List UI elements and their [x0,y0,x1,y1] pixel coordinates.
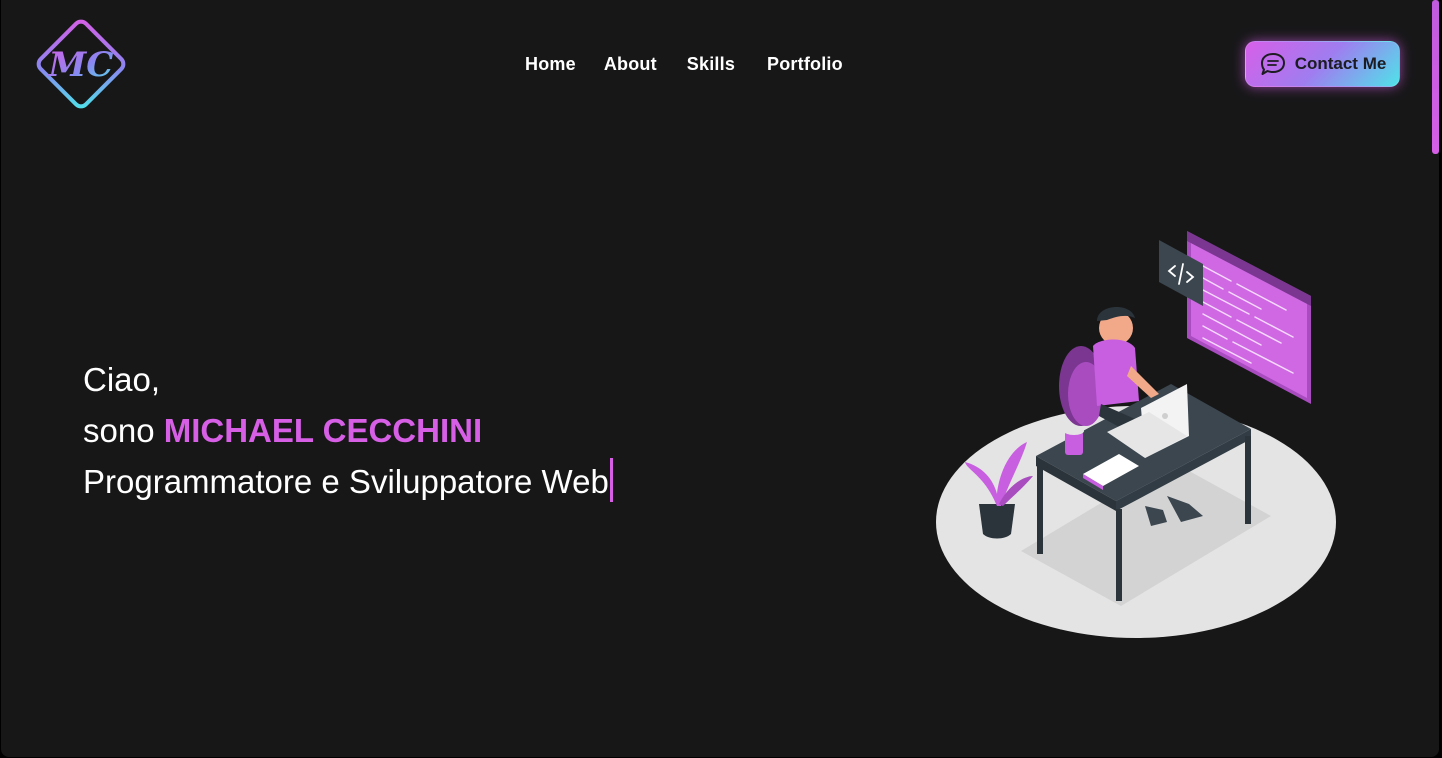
greeting: Ciao, [83,361,161,398]
role-line: Programmatore e Sviluppatore Web [83,456,613,507]
developer-at-desk-illustration [931,226,1341,642]
nav-about[interactable]: About [604,52,657,76]
page: MC Home About Skills Portfolio Contact M… [1,0,1439,757]
intro-line: sono MICHAEL CECCHINI [83,405,613,456]
scrollbar-thumb[interactable] [1432,0,1439,154]
chat-bubble-icon [1259,51,1287,77]
typing-caret [609,458,613,502]
hero-name: MICHAEL CECCHINI [163,412,483,449]
nav-skills[interactable]: Skills [687,52,735,76]
contact-me-label: Contact Me [1294,54,1387,73]
hero-role: Programmatore e Sviluppatore Web [83,463,609,500]
contact-me-button[interactable]: Contact Me [1245,41,1400,87]
main-nav: Home About Skills Portfolio [525,52,871,76]
scrollbar[interactable] [1431,0,1439,757]
logo-text: MC [48,45,114,85]
nav-home[interactable]: Home [525,52,576,76]
hero-text: Ciao, sono MICHAEL CECCHINI Programmator… [83,354,613,507]
nav-portfolio[interactable]: Portfolio [767,52,843,76]
mc-logo-icon[interactable]: MC [32,15,130,113]
intro-prefix: sono [83,412,155,449]
